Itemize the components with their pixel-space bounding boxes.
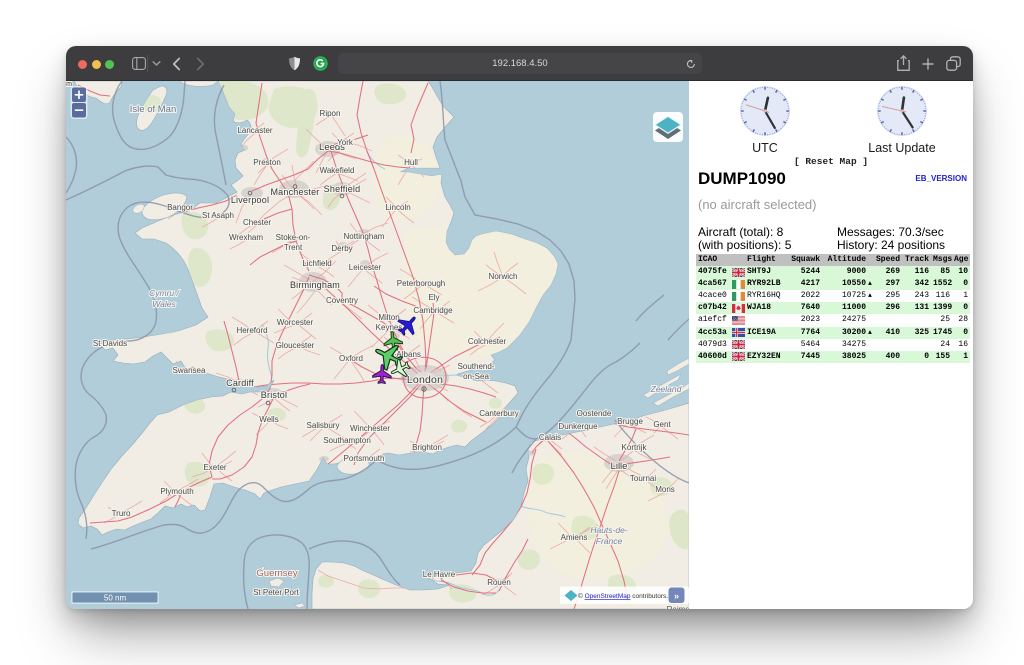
svg-text:Cardiff: Cardiff — [226, 378, 254, 388]
svg-text:Bangor: Bangor — [167, 203, 193, 212]
svg-text:Kortrijk: Kortrijk — [622, 443, 648, 452]
svg-text:St Davids: St Davids — [93, 339, 127, 348]
svg-text:St Peter Port: St Peter Port — [253, 588, 300, 597]
svg-text:London: London — [407, 374, 443, 386]
svg-text:Hauts-de-: Hauts-de- — [590, 525, 627, 535]
svg-text:Gent: Gent — [653, 420, 671, 429]
svg-text:Derby: Derby — [331, 244, 352, 253]
svg-text:Le Havre: Le Havre — [423, 570, 456, 579]
svg-text:Nottingham: Nottingham — [344, 232, 385, 241]
svg-text:Cymru /: Cymru / — [149, 288, 180, 298]
svg-text:Salisbury: Salisbury — [307, 421, 340, 430]
svg-text:Exeter: Exeter — [203, 463, 226, 472]
svg-text:Oostende: Oostende — [577, 409, 612, 418]
svg-text:Swansea: Swansea — [173, 366, 206, 375]
svg-text:Dunkerque: Dunkerque — [558, 422, 598, 431]
svg-text:Truro: Truro — [112, 509, 131, 518]
svg-text:Plymouth: Plymouth — [160, 487, 193, 496]
svg-text:Norwich: Norwich — [489, 272, 518, 281]
svg-text:Stoke-on-: Stoke-on- — [276, 233, 311, 242]
svg-text:Reims: Reims — [667, 605, 689, 609]
svg-text:Southend-: Southend- — [458, 362, 495, 371]
svg-text:Preston: Preston — [253, 158, 281, 167]
svg-text:Wrexham: Wrexham — [229, 233, 263, 242]
svg-text:Liverpool: Liverpool — [231, 195, 269, 205]
svg-text:Sheffield: Sheffield — [324, 184, 361, 194]
svg-text:Rouen: Rouen — [487, 578, 511, 587]
svg-text:Winchester: Winchester — [350, 424, 390, 433]
svg-text:Lancaster: Lancaster — [237, 126, 272, 135]
svg-text:Guernsey: Guernsey — [256, 568, 297, 579]
svg-text:Southampton: Southampton — [323, 436, 371, 445]
svg-text:on-Sea: on-Sea — [463, 372, 489, 381]
svg-text:York: York — [337, 138, 354, 147]
svg-text:Peterborough: Peterborough — [397, 279, 445, 288]
svg-text:Hereford: Hereford — [236, 326, 267, 335]
svg-text:Wales: Wales — [152, 299, 176, 309]
svg-text:Lincoln: Lincoln — [385, 203, 410, 212]
svg-text:Calais: Calais — [539, 433, 561, 442]
svg-text:Zeeland: Zeeland — [650, 384, 682, 394]
svg-text:»: » — [674, 591, 679, 601]
svg-text:m: m — [66, 81, 72, 88]
svg-text:Brighton: Brighton — [412, 443, 442, 452]
svg-text:Oxford: Oxford — [339, 354, 363, 363]
svg-text:Lichfield: Lichfield — [302, 259, 331, 268]
svg-text:Milton: Milton — [378, 313, 399, 322]
svg-text:Wakefield: Wakefield — [320, 166, 355, 175]
svg-text:Cambridge: Cambridge — [413, 306, 453, 315]
svg-text:Chester: Chester — [243, 218, 271, 227]
svg-text:Worcester: Worcester — [277, 318, 314, 327]
svg-text:Keynes: Keynes — [376, 323, 403, 332]
svg-text:Trent: Trent — [284, 243, 303, 252]
svg-text:Mons: Mons — [655, 485, 675, 494]
svg-text:Leicester: Leicester — [349, 263, 382, 272]
svg-text:Ripon: Ripon — [320, 109, 341, 118]
svg-text:France: France — [596, 536, 623, 546]
svg-text:Ely: Ely — [428, 293, 439, 302]
svg-text:Isle of Man: Isle of Man — [130, 104, 176, 115]
svg-text:Coventry: Coventry — [326, 296, 358, 305]
svg-text:Bristol: Bristol — [261, 390, 287, 400]
svg-text:Amiens: Amiens — [561, 533, 588, 542]
svg-text:50 nm: 50 nm — [104, 594, 127, 603]
svg-text:Colchester: Colchester — [468, 337, 507, 346]
svg-text:Canterbury: Canterbury — [479, 409, 519, 418]
svg-text:Birmingham: Birmingham — [290, 280, 340, 290]
svg-text:Tournai: Tournai — [630, 474, 656, 483]
svg-text:Lille: Lille — [611, 461, 628, 472]
svg-text:© OpenStreetMap contributors.: © OpenStreetMap contributors. — [578, 592, 668, 600]
svg-text:Hull: Hull — [404, 158, 418, 167]
svg-text:Wells: Wells — [259, 415, 278, 424]
svg-text:Portsmouth: Portsmouth — [344, 454, 385, 463]
svg-text:Gloucester: Gloucester — [276, 341, 315, 350]
svg-text:Brugge: Brugge — [617, 417, 643, 426]
svg-text:St Asaph: St Asaph — [202, 211, 234, 220]
